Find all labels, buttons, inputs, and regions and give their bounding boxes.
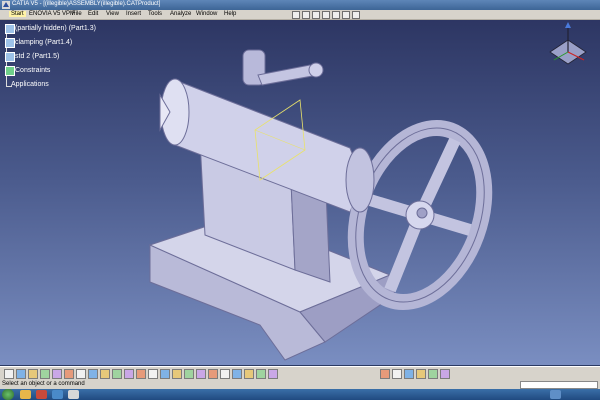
plane-icon[interactable] (404, 369, 414, 379)
multi-view-icon[interactable] (208, 369, 218, 379)
tree-item-label: std 2 (Part1.5) (15, 53, 60, 60)
menu-file[interactable]: File (72, 11, 82, 17)
undo-icon[interactable] (332, 11, 340, 19)
fly-icon[interactable] (124, 369, 134, 379)
new-icon[interactable] (4, 369, 14, 379)
tree-item-label: clamping (Part1.4) (15, 39, 73, 46)
render-icon[interactable] (440, 369, 450, 379)
menu-edit[interactable]: Edit (88, 11, 98, 17)
material-icon[interactable] (380, 369, 390, 379)
explorer-icon[interactable] (20, 390, 31, 399)
redo-icon[interactable] (100, 369, 110, 379)
iso-view-icon[interactable] (220, 369, 230, 379)
copy-icon[interactable] (64, 369, 74, 379)
swap-space-icon[interactable] (256, 369, 266, 379)
normal-view-icon[interactable] (196, 369, 206, 379)
catia-task-icon[interactable] (68, 390, 79, 399)
browser-icon[interactable] (52, 390, 63, 399)
copy-icon[interactable] (312, 11, 320, 19)
status-message: Select an object or a command (2, 381, 85, 387)
command-input[interactable] (520, 381, 598, 389)
menu-window[interactable]: Window (196, 11, 217, 17)
compass-icon[interactable] (540, 20, 595, 72)
measure-icon[interactable] (268, 369, 278, 379)
catia-app-icon (2, 1, 10, 9)
menu-help[interactable]: Help (224, 11, 236, 17)
pan-icon[interactable] (148, 369, 158, 379)
paste-icon[interactable] (322, 11, 330, 19)
save-icon[interactable] (28, 369, 38, 379)
pointer-icon[interactable] (112, 369, 122, 379)
cut-icon[interactable] (302, 11, 310, 19)
taskbar (0, 389, 600, 400)
menu-bar: Start ENOVIA V5 VPM File Edit View Inser… (0, 10, 600, 20)
tree-item-label: Constraints (15, 67, 51, 74)
fit-all-icon[interactable] (136, 369, 146, 379)
window-title: CATIA V5 - [(illegible)ASSEMBLY(illegibl… (12, 1, 161, 7)
part-icon (5, 38, 15, 48)
print-icon[interactable] (40, 369, 50, 379)
part-icon (5, 24, 15, 34)
menu-view[interactable]: View (106, 11, 119, 17)
menu-tools[interactable]: Tools (148, 11, 162, 17)
undo-icon[interactable] (88, 369, 98, 379)
status-bar: Select an object or a command (0, 380, 600, 389)
constraint-icon[interactable] (416, 369, 426, 379)
menu-insert[interactable]: Insert (126, 11, 141, 17)
knowledge-icon[interactable] (428, 369, 438, 379)
menu-analyze[interactable]: Analyze (170, 11, 191, 17)
start-button[interactable] (2, 389, 14, 400)
tray-icon[interactable] (550, 390, 561, 399)
bottom-toolbar (0, 366, 600, 381)
new-doc-icon[interactable] (292, 11, 300, 19)
media-icon[interactable] (36, 390, 47, 399)
tailstock-3d-model[interactable] (0, 20, 600, 365)
hide-show-icon[interactable] (244, 369, 254, 379)
menu-start[interactable]: Start (9, 11, 26, 17)
menu-enovia[interactable]: ENOVIA V5 VPM (29, 11, 75, 17)
tree-item-label: Applications (11, 81, 49, 88)
zoom-out-icon[interactable] (184, 369, 194, 379)
tree-item-label: (partially hidden) (Part1.3) (15, 25, 96, 32)
paste-icon[interactable] (76, 369, 86, 379)
window-title-bar: CATIA V5 - [(illegible)ASSEMBLY(illegibl… (0, 0, 600, 10)
zoom-in-icon[interactable] (172, 369, 182, 379)
cut-icon[interactable] (52, 369, 62, 379)
rotate-icon[interactable] (160, 369, 170, 379)
redo-icon[interactable] (342, 11, 350, 19)
part-icon (5, 52, 15, 62)
shading-icon[interactable] (232, 369, 242, 379)
constraints-icon (5, 66, 15, 76)
what-is-this-icon[interactable] (352, 11, 360, 19)
open-icon[interactable] (16, 369, 26, 379)
axis-icon[interactable] (392, 369, 402, 379)
